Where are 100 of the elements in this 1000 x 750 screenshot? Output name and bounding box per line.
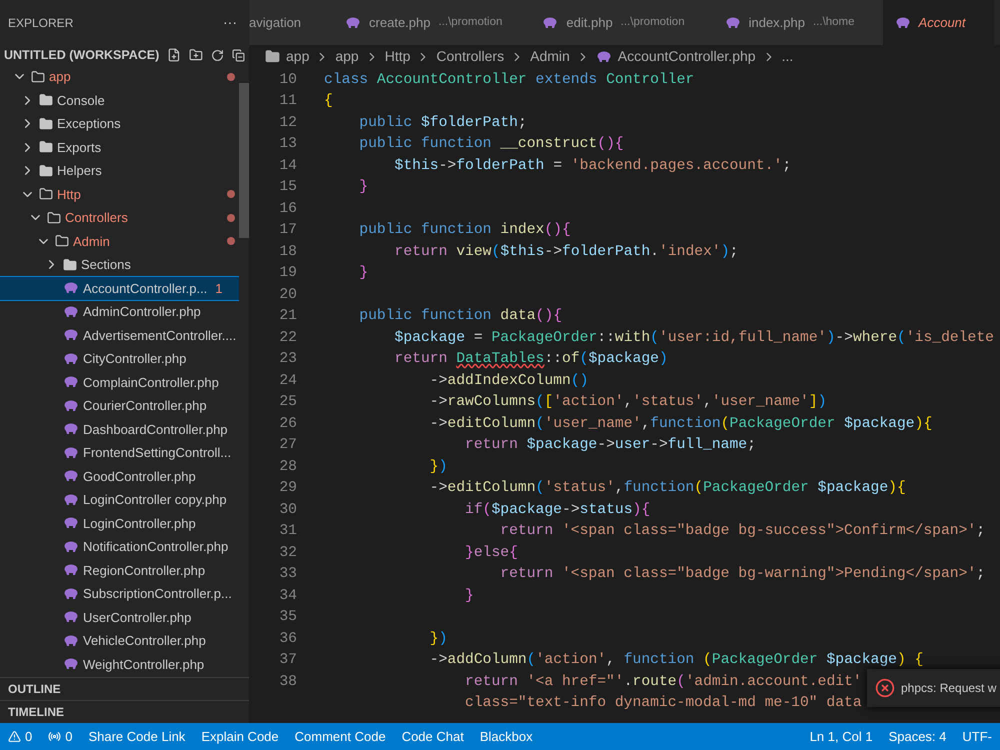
- folder-icon: [39, 93, 53, 108]
- file-item[interactable]: AdvertisementController....: [0, 324, 239, 347]
- breadcrumb[interactable]: app: [335, 46, 359, 67]
- code-line: $this->folderPath = 'backend.pages.account.';: [394, 156, 792, 176]
- file-item[interactable]: CourierController.php: [0, 394, 239, 418]
- code-line: return '<a href="'.route('admin.account.edit': [464, 672, 862, 692]
- file-item[interactable]: AccountController.p... 1: [0, 276, 239, 300]
- file-item[interactable]: LoginController.php: [0, 512, 239, 535]
- elephant-icon: [63, 376, 79, 388]
- elephant-icon: [63, 352, 79, 365]
- folder-name: Exceptions: [57, 115, 121, 133]
- folder-item[interactable]: Sections: [0, 253, 239, 276]
- breadcrumb[interactable]: Http: [384, 46, 410, 67]
- code-line: public function __construct(){: [358, 135, 624, 154]
- collapse-icon[interactable]: [232, 48, 245, 62]
- file-item[interactable]: UserController.php: [0, 606, 239, 629]
- elephant-icon: [894, 16, 911, 28]
- status-item[interactable]: 0: [8, 726, 32, 746]
- code-line: }): [428, 630, 448, 649]
- folder-item[interactable]: app: [0, 65, 239, 88]
- status-item[interactable]: Share Code Link: [88, 726, 186, 746]
- code-line: public $folderPath;: [358, 114, 527, 133]
- folder-icon: [55, 234, 69, 248]
- code-line: ->addIndexColumn(): [428, 372, 588, 391]
- file-item[interactable]: DashboardController.php: [0, 418, 239, 441]
- status-item[interactable]: Code Chat: [402, 726, 464, 746]
- editor-tab[interactable]: create.php ...\promotion: [333, 0, 530, 45]
- file-name: ComplainController.php: [83, 374, 219, 392]
- file-item[interactable]: SubscriptionController.p...: [0, 582, 239, 606]
- elephant-icon: [63, 588, 79, 600]
- refresh-icon[interactable]: [211, 48, 224, 62]
- status-item[interactable]: Spaces: 4: [888, 726, 946, 746]
- elephant-icon: [63, 658, 79, 670]
- more-actions-button[interactable]: ···: [223, 12, 241, 33]
- breadcrumb[interactable]: app: [286, 46, 310, 67]
- workspace-title[interactable]: UNTITLED (WORKSPACE): [4, 46, 160, 64]
- editor-tab[interactable]: index.php ...\home: [712, 0, 883, 45]
- folder-item[interactable]: Admin: [0, 230, 239, 253]
- line-number: 26: [279, 416, 297, 432]
- new-folder-icon[interactable]: [189, 47, 204, 63]
- line-number: 11: [279, 93, 297, 110]
- elephant-icon: [63, 306, 79, 318]
- status-item[interactable]: Comment Code: [294, 726, 386, 746]
- folder-item[interactable]: Controllers: [0, 206, 239, 230]
- panel-header[interactable]: OUTLINE: [0, 677, 249, 700]
- file-item[interactable]: VehicleController.php: [0, 629, 239, 652]
- file-item[interactable]: RegionController.php: [0, 558, 239, 582]
- line-number: 20: [279, 286, 297, 303]
- file-item[interactable]: LoginController copy.php: [0, 488, 239, 512]
- file-name: LoginController copy.php: [83, 491, 227, 509]
- editor-tab[interactable]: Account: [882, 0, 994, 45]
- folder-icon: [63, 258, 77, 272]
- breadcrumb[interactable]: Admin: [530, 46, 570, 67]
- code-line: if($package->status){: [464, 500, 650, 520]
- status-item[interactable]: Ln 1, Col 1: [810, 726, 873, 746]
- file-item[interactable]: CityController.php: [0, 347, 239, 370]
- file-item[interactable]: GoodController.php: [0, 464, 239, 488]
- folder-item[interactable]: Exceptions: [0, 112, 239, 136]
- code-line: ->editColumn('user_name',function(PackageOrder $package){: [428, 414, 932, 434]
- line-number: 22: [279, 330, 297, 346]
- folder-item[interactable]: Helpers: [0, 159, 239, 182]
- code-line: return DataTables::of($package): [394, 350, 668, 370]
- folder-name: Controllers: [65, 209, 128, 227]
- editor-tab[interactable]: avigation: [249, 0, 334, 45]
- line-number: 30: [279, 502, 297, 518]
- status-item[interactable]: 0: [48, 726, 72, 746]
- elephant-icon: [63, 564, 79, 576]
- code-line: public function data(){: [358, 307, 562, 326]
- folder-item[interactable]: Http: [0, 182, 239, 206]
- code-line: }: [464, 586, 474, 606]
- scrollbar[interactable]: [239, 83, 249, 238]
- notification-message: phpcs: Request w: [901, 680, 996, 697]
- line-number: 12: [279, 114, 297, 131]
- file-item[interactable]: WeightController.php: [0, 652, 239, 676]
- file-item[interactable]: NotificationController.php: [0, 535, 239, 558]
- file-item[interactable]: FrontendSettingControll...: [0, 441, 239, 464]
- editor-tab[interactable]: edit.php ...\promotion: [530, 0, 713, 45]
- breadcrumb[interactable]: Controllers: [436, 46, 504, 67]
- folder-item[interactable]: Console: [0, 88, 239, 112]
- line-number: 35: [279, 609, 297, 626]
- line-number: 31: [279, 523, 297, 540]
- line-number: 23: [279, 351, 297, 368]
- line-number: 15: [279, 179, 297, 196]
- status-item[interactable]: Blackbox: [480, 726, 533, 746]
- line-number: 14: [279, 158, 297, 174]
- folder-item[interactable]: Exports: [0, 136, 239, 159]
- elephant-icon: [345, 16, 362, 28]
- status-item[interactable]: UTF-: [962, 726, 992, 746]
- file-item[interactable]: ComplainController.php: [0, 370, 239, 394]
- file-name: NotificationController.php: [83, 538, 228, 556]
- elephant-icon: [63, 329, 79, 342]
- new-file-icon[interactable]: [167, 47, 182, 63]
- breadcrumb[interactable]: ...: [782, 46, 794, 67]
- folder-name: Sections: [81, 256, 131, 274]
- file-item[interactable]: AdminController.php: [0, 300, 239, 324]
- file-name: VehicleController.php: [83, 632, 206, 650]
- line-number: 36: [279, 630, 297, 647]
- line-number: 21: [279, 308, 297, 324]
- breadcrumb[interactable]: AccountController.php: [618, 46, 756, 67]
- status-item[interactable]: Explain Code: [201, 726, 279, 746]
